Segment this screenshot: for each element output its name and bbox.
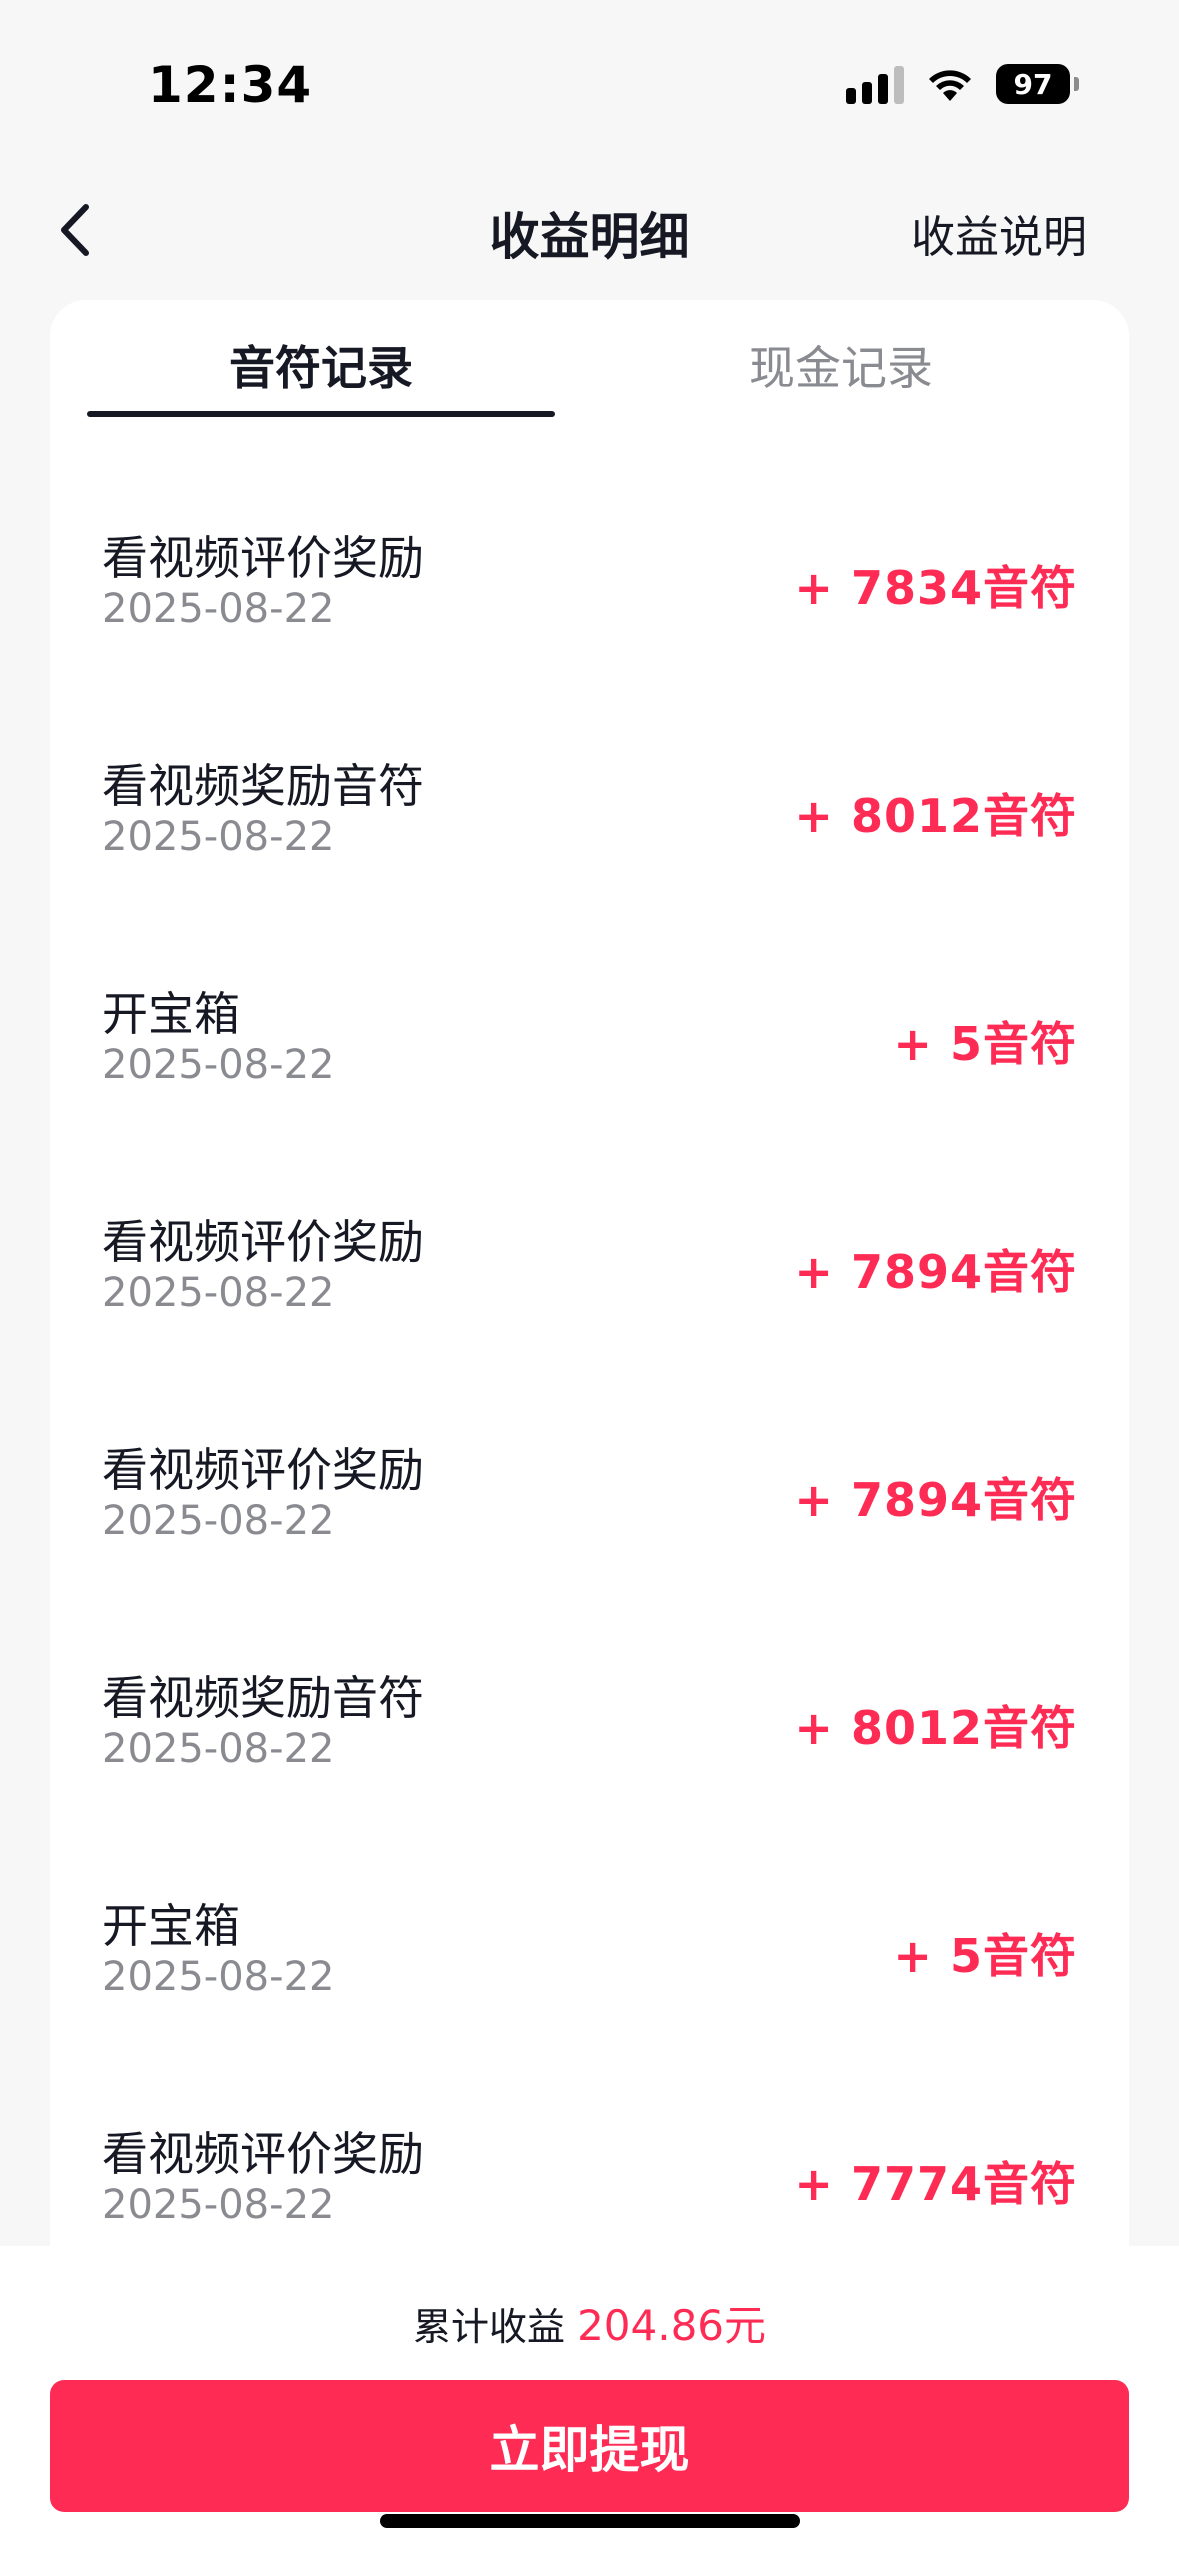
list-item: 看视频奖励音符 2025-08-22 + 8012音符 [50,1600,1129,1828]
battery-level: 97 [996,64,1070,104]
record-date: 2025-08-22 [102,1498,335,1544]
nav-bar: 收益明细 收益说明 [0,175,1179,285]
record-amount: + 7894音符 [794,1473,1077,1527]
record-date: 2025-08-22 [102,586,335,632]
status-icons: 97 [846,64,1079,104]
record-date: 2025-08-22 [102,1726,335,1772]
list-item: 看视频奖励音符 2025-08-22 + 8012音符 [50,688,1129,916]
record-date: 2025-08-22 [102,2182,335,2228]
signal-icon [846,64,904,104]
status-bar: 12:34 97 [0,0,1179,150]
active-tab-indicator [87,411,555,417]
wifi-icon [926,65,974,103]
tab-note-records[interactable]: 音符记录 [87,332,555,398]
total-earnings-value: 204.86元 [577,2301,767,2350]
record-amount: + 7774音符 [794,2157,1077,2211]
withdraw-button[interactable]: 立即提现 [50,2380,1129,2512]
tab-bar: 音符记录 现金记录 [50,300,1129,420]
record-title: 开宝箱 [102,1899,240,1953]
record-title: 看视频奖励音符 [102,1671,424,1725]
record-date: 2025-08-22 [102,814,335,860]
total-earnings-label: 累计收益 [412,2305,565,2349]
record-amount: + 5音符 [893,1017,1077,1071]
record-title: 看视频评价奖励 [102,1443,424,1497]
record-date: 2025-08-22 [102,1270,335,1316]
record-amount: + 8012音符 [794,789,1077,843]
tab-cash-records[interactable]: 现金记录 [607,332,1075,398]
record-date: 2025-08-22 [102,1042,335,1088]
list-item: 看视频评价奖励 2025-08-22 + 7894音符 [50,1372,1129,1600]
record-amount: + 7834音符 [794,561,1077,615]
record-amount: + 5音符 [893,1929,1077,1983]
record-title: 看视频评价奖励 [102,2127,424,2181]
total-earnings: 累计收益 204.86元 [0,2292,1179,2353]
record-list: 看视频评价奖励 2025-08-22 + 7834音符 看视频奖励音符 2025… [50,460,1129,2284]
record-date: 2025-08-22 [102,1954,335,2000]
status-time: 12:34 [148,56,313,114]
page: 12:34 97 收益明细 收益说明 音符记录 现金记录 看视频评价奖励 202… [0,0,1179,2556]
record-title: 开宝箱 [102,987,240,1041]
list-item: 开宝箱 2025-08-22 + 5音符 [50,1828,1129,2056]
list-item: 看视频评价奖励 2025-08-22 + 7834音符 [50,460,1129,688]
records-card: 音符记录 现金记录 看视频评价奖励 2025-08-22 + 7834音符 看视… [50,300,1129,2300]
earnings-explanation-link[interactable]: 收益说明 [911,201,1087,265]
record-amount: + 8012音符 [794,1701,1077,1755]
list-item: 看视频评价奖励 2025-08-22 + 7894音符 [50,1144,1129,1372]
battery-icon: 97 [996,64,1079,104]
bottom-bar: 累计收益 204.86元 立即提现 [0,2246,1179,2556]
record-title: 看视频评价奖励 [102,531,424,585]
list-item: 开宝箱 2025-08-22 + 5音符 [50,916,1129,1144]
home-indicator [380,2514,800,2528]
record-amount: + 7894音符 [794,1245,1077,1299]
record-title: 看视频奖励音符 [102,759,424,813]
record-title: 看视频评价奖励 [102,1215,424,1269]
